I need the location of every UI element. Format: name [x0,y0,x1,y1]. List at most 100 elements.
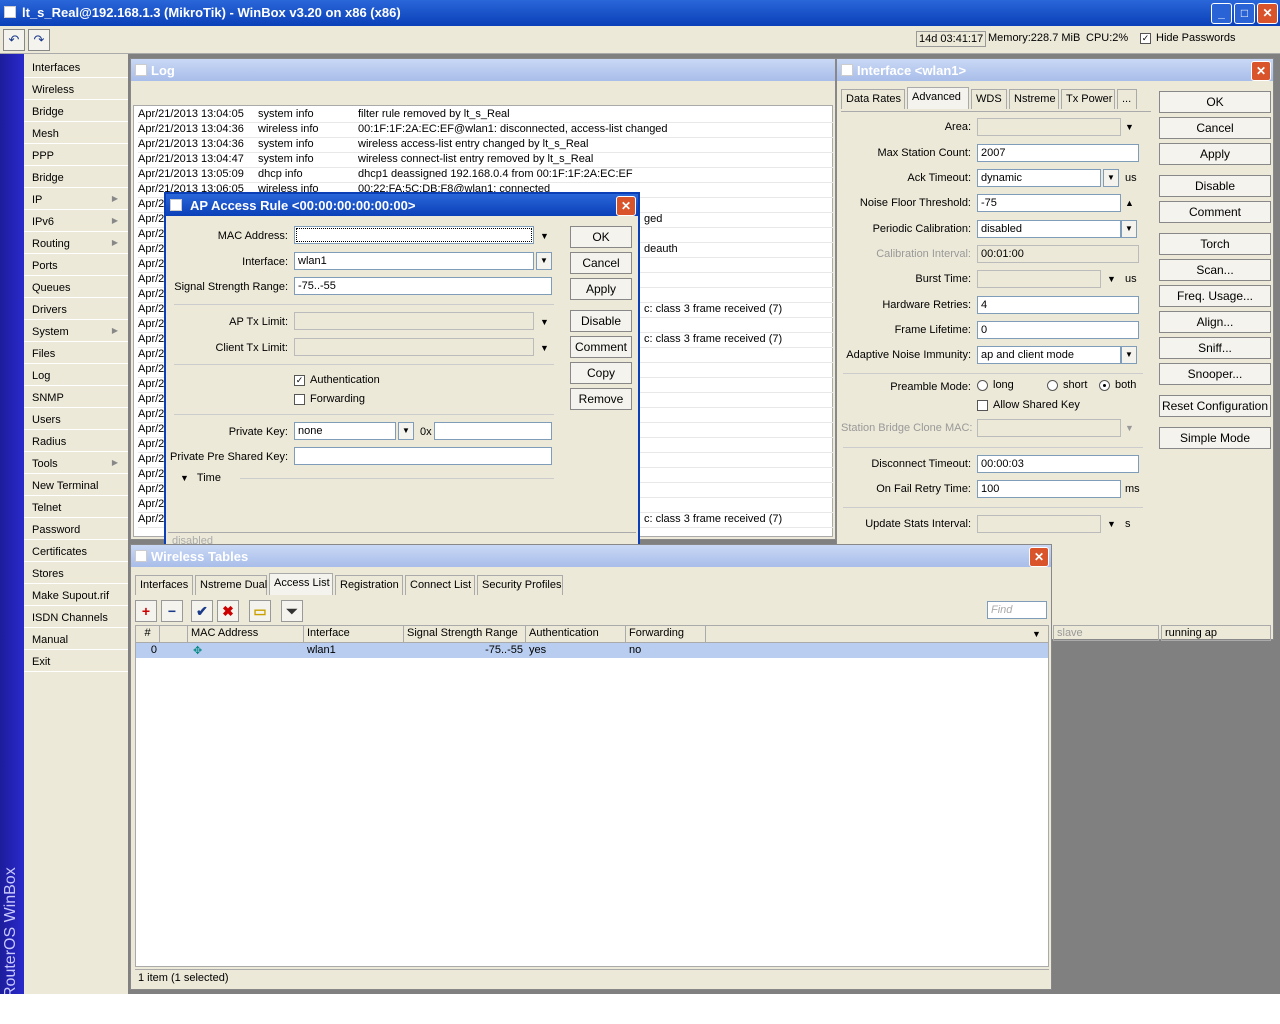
scan-button[interactable]: Scan... [1159,259,1271,281]
frame-lifetime-field[interactable]: 0 [977,321,1139,339]
sidebar-item-wireless[interactable]: Wireless [24,78,128,100]
sidebar-item-files[interactable]: Files [24,342,128,364]
col-forwarding[interactable]: Forwarding [626,626,706,642]
reset-configuration-button[interactable]: Reset Configuration [1159,395,1271,417]
col-interface[interactable]: Interface [304,626,404,642]
fail-retry-field[interactable]: 100 [977,480,1121,498]
sidebar-item-system[interactable]: System ▶ [24,320,128,342]
enable-check-icon[interactable]: ✔ [191,600,213,622]
checkbox[interactable]: ✓ [294,374,305,386]
tab-nstreme[interactable]: Nstreme [1009,89,1059,109]
sidebar-item-certificates[interactable]: Certificates [24,540,128,562]
tab-data-rates[interactable]: Data Rates [841,89,905,109]
ani-field[interactable]: ap and client mode [977,346,1121,364]
dropdown-arrow-icon[interactable]: ▼ [1107,519,1116,529]
sidebar-item-exit[interactable]: Exit [24,650,128,672]
checkbox[interactable] [977,399,988,411]
log-row[interactable]: Apr/21/2013 13:04:05 system info filter ru… [138,108,834,123]
sidebar-item-new-terminal[interactable]: New Terminal [24,474,128,496]
app-icon[interactable] [4,6,16,18]
sidebar-item-manual[interactable]: Manual [24,628,128,650]
add-icon[interactable]: + [135,600,157,622]
tab-advanced[interactable]: Advanced [907,87,969,109]
chevron-down-icon[interactable]: ▼ [1103,169,1119,187]
column-menu-icon[interactable]: ▼ [1032,629,1041,639]
area-field[interactable] [977,118,1121,136]
comment-button[interactable]: Comment [1159,201,1271,223]
tab-wds[interactable]: WDS [971,89,1007,109]
copy-button[interactable]: Copy [570,362,632,384]
periodic-cal-field[interactable]: disabled [977,220,1121,238]
sidebar-item-isdn-channels[interactable]: ISDN Channels [24,606,128,628]
private-key-hex-field[interactable] [434,422,552,440]
preamble-long-radio[interactable]: long [977,379,1014,391]
find-input[interactable]: Find [987,601,1047,619]
maximize-button[interactable]: □ [1234,3,1255,24]
cancel-button[interactable]: Cancel [570,252,632,274]
remove-button[interactable]: Remove [570,388,632,410]
sidebar-item-ports[interactable]: Ports [24,254,128,276]
signal-strength-field[interactable]: -75..-55 [294,277,552,295]
chevron-down-icon[interactable]: ▼ [1121,346,1137,364]
redo-icon[interactable]: ↷ [28,29,50,51]
sidebar-item-routing[interactable]: Routing ▶ [24,232,128,254]
remove-icon[interactable]: − [161,600,183,622]
max-station-field[interactable]: 2007 [977,144,1139,162]
disable-x-icon[interactable]: ✖ [217,600,239,622]
col-number[interactable]: # [136,626,160,642]
burst-time-field[interactable] [977,270,1101,288]
cancel-button[interactable]: Cancel [1159,117,1271,139]
collapse-arrow-icon[interactable]: ▼ [180,473,189,483]
sidebar-item-snmp[interactable]: SNMP [24,386,128,408]
authentication-checkbox[interactable]: ✓ Authentication [294,374,380,386]
disable-button[interactable]: Disable [1159,175,1271,197]
tab-connect-list[interactable]: Connect List [405,575,475,595]
chevron-down-icon[interactable]: ▼ [536,252,552,270]
col-authentication[interactable]: Authentication [526,626,626,642]
dropdown-arrow-icon[interactable]: ▼ [540,231,549,241]
chevron-down-icon[interactable]: ▼ [1121,220,1137,238]
collapse-arrow-icon[interactable]: ▲ [1125,198,1134,208]
sidebar-item-bridge-2[interactable]: Bridge [24,166,128,188]
sidebar-item-ip[interactable]: IP ▶ [24,188,128,210]
sidebar-item-tools[interactable]: Tools ▶ [24,452,128,474]
ok-button[interactable]: OK [570,226,632,248]
tab-interfaces[interactable]: Interfaces [135,575,193,595]
radio-icon[interactable] [977,379,988,391]
apply-button[interactable]: Apply [1159,143,1271,165]
sidebar-item-users[interactable]: Users [24,408,128,430]
mac-address-field[interactable] [294,226,534,244]
torch-button[interactable]: Torch [1159,233,1271,255]
log-row[interactable]: Apr/21/2013 13:04:47 system info wireless … [138,153,834,168]
private-key-field[interactable]: none [294,422,396,440]
comment-icon[interactable]: ▭ [249,600,271,622]
update-stats-field[interactable] [977,515,1101,533]
checkbox[interactable] [294,393,305,405]
log-row[interactable]: Apr/21/2013 13:05:09 dhcp info dhcp1 deass… [138,168,834,183]
hw-retries-field[interactable]: 4 [977,296,1139,314]
close-button[interactable]: ✕ [1257,3,1278,24]
dropdown-arrow-icon[interactable]: ▼ [540,317,549,327]
sidebar-item-log[interactable]: Log [24,364,128,386]
preamble-short-radio[interactable]: short [1047,379,1087,391]
close-icon[interactable]: ✕ [616,196,636,216]
minimize-button[interactable]: _ [1211,3,1232,24]
tab-access-list[interactable]: Access List [269,573,333,595]
undo-icon[interactable]: ↶ [3,29,25,51]
log-row[interactable]: Apr/21/2013 13:04:36 system info wireless … [138,138,834,153]
sidebar-item-telnet[interactable]: Telnet [24,496,128,518]
apply-button[interactable]: Apply [570,278,632,300]
tab-security-profiles[interactable]: Security Profiles [477,575,563,595]
hide-passwords-checkbox[interactable]: ✓ [1140,32,1151,44]
align-button[interactable]: Align... [1159,311,1271,333]
ack-timeout-field[interactable]: dynamic [977,169,1101,187]
comment-button[interactable]: Comment [570,336,632,358]
interface-field[interactable]: wlan1 [294,252,534,270]
radio-icon[interactable] [1099,379,1110,391]
sidebar-item-make-supout[interactable]: Make Supout.rif [24,584,128,606]
tab-more[interactable]: ... [1117,89,1137,109]
sidebar-item-drivers[interactable]: Drivers [24,298,128,320]
sidebar-item-radius[interactable]: Radius [24,430,128,452]
ap-tx-limit-field[interactable] [294,312,534,330]
disconnect-timeout-field[interactable]: 00:00:03 [977,455,1139,473]
